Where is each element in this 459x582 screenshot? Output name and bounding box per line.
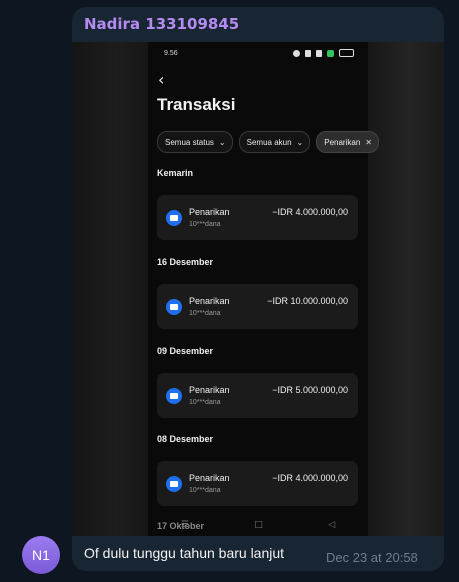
page-title: Transaksi <box>157 95 236 114</box>
attached-screenshot[interactable]: 9.56 ‹ Transaksi Semua status ⌄ Semua ak… <box>72 42 444 536</box>
blur-margin-right <box>368 42 444 536</box>
transaction-amount: −IDR 10.000.000,00 <box>267 296 348 306</box>
shield-icon <box>327 49 334 57</box>
wallet-icon <box>166 299 182 315</box>
wallet-icon <box>166 210 182 226</box>
transaction-account: 10***dana <box>189 399 221 406</box>
home-icon[interactable]: □ <box>254 520 263 530</box>
section-date: 09 Desember <box>157 346 214 356</box>
transaction-row[interactable]: Penarikan 10***dana −IDR 4.000.000,00 <box>157 461 358 506</box>
transaction-row[interactable]: Penarikan 10***dana −IDR 10.000.000,00 <box>157 284 358 329</box>
signal-icon <box>305 49 311 57</box>
phone-screen: 9.56 ‹ Transaksi Semua status ⌄ Semua ak… <box>148 42 379 536</box>
transaction-row[interactable]: Penarikan 10***dana −IDR 4.000.000,00 <box>157 195 358 240</box>
back-arrow-icon[interactable]: ‹ <box>158 70 164 89</box>
blur-margin-left <box>72 42 148 536</box>
filter-account-chip[interactable]: Semua akun ⌄ <box>238 131 311 153</box>
chevron-down-icon: ⌄ <box>218 137 226 147</box>
transaction-account: 10***dana <box>189 487 221 494</box>
transaction-amount: −IDR 4.000.000,00 <box>272 207 348 217</box>
transaction-label: Penarikan <box>189 473 230 483</box>
section-date: Kemarin <box>157 168 194 178</box>
message-timestamp: Dec 23 at 20:58 <box>326 550 418 565</box>
status-time: 9.56 <box>164 50 178 57</box>
chevron-down-icon: ⌄ <box>296 137 304 147</box>
section-date: 08 Desember <box>157 434 214 444</box>
transaction-row[interactable]: Penarikan 10***dana −IDR 5.000.000,00 <box>157 373 358 418</box>
avatar[interactable]: N1 <box>22 536 60 574</box>
transaction-label: Penarikan <box>189 207 230 217</box>
signal-icon-2 <box>316 49 322 57</box>
android-navbar: ☰ □ ◁ <box>148 514 368 536</box>
back-triangle-icon[interactable]: ◁ <box>328 520 335 530</box>
section-date: 16 Desember <box>157 257 214 267</box>
sender-name[interactable]: Nadira 133109845 <box>84 15 239 33</box>
transaction-amount: −IDR 4.000.000,00 <box>272 473 348 483</box>
filter-status-chip[interactable]: Semua status ⌄ <box>157 131 233 153</box>
transaction-account: 10***dana <box>189 310 221 317</box>
filter-chips: Semua status ⌄ Semua akun ⌄ Penarikan ✕ <box>157 131 379 153</box>
transaction-label: Penarikan <box>189 385 230 395</box>
wallet-icon <box>166 476 182 492</box>
status-icons <box>293 49 354 57</box>
alarm-icon <box>293 49 300 57</box>
filter-type-chip[interactable]: Penarikan ✕ <box>316 131 379 153</box>
transaction-label: Penarikan <box>189 296 230 306</box>
chip-label: Semua status <box>165 137 214 147</box>
transaction-amount: −IDR 5.000.000,00 <box>272 385 348 395</box>
transaction-account: 10***dana <box>189 221 221 228</box>
message-caption: Of dulu tunggu tahun baru lanjut <box>84 545 285 561</box>
chip-label: Penarikan <box>324 137 361 147</box>
chip-label: Semua akun <box>246 137 292 147</box>
wallet-icon <box>166 388 182 404</box>
close-icon[interactable]: ✕ <box>365 138 372 147</box>
menu-icon[interactable]: ☰ <box>181 520 189 530</box>
battery-icon <box>339 49 354 57</box>
